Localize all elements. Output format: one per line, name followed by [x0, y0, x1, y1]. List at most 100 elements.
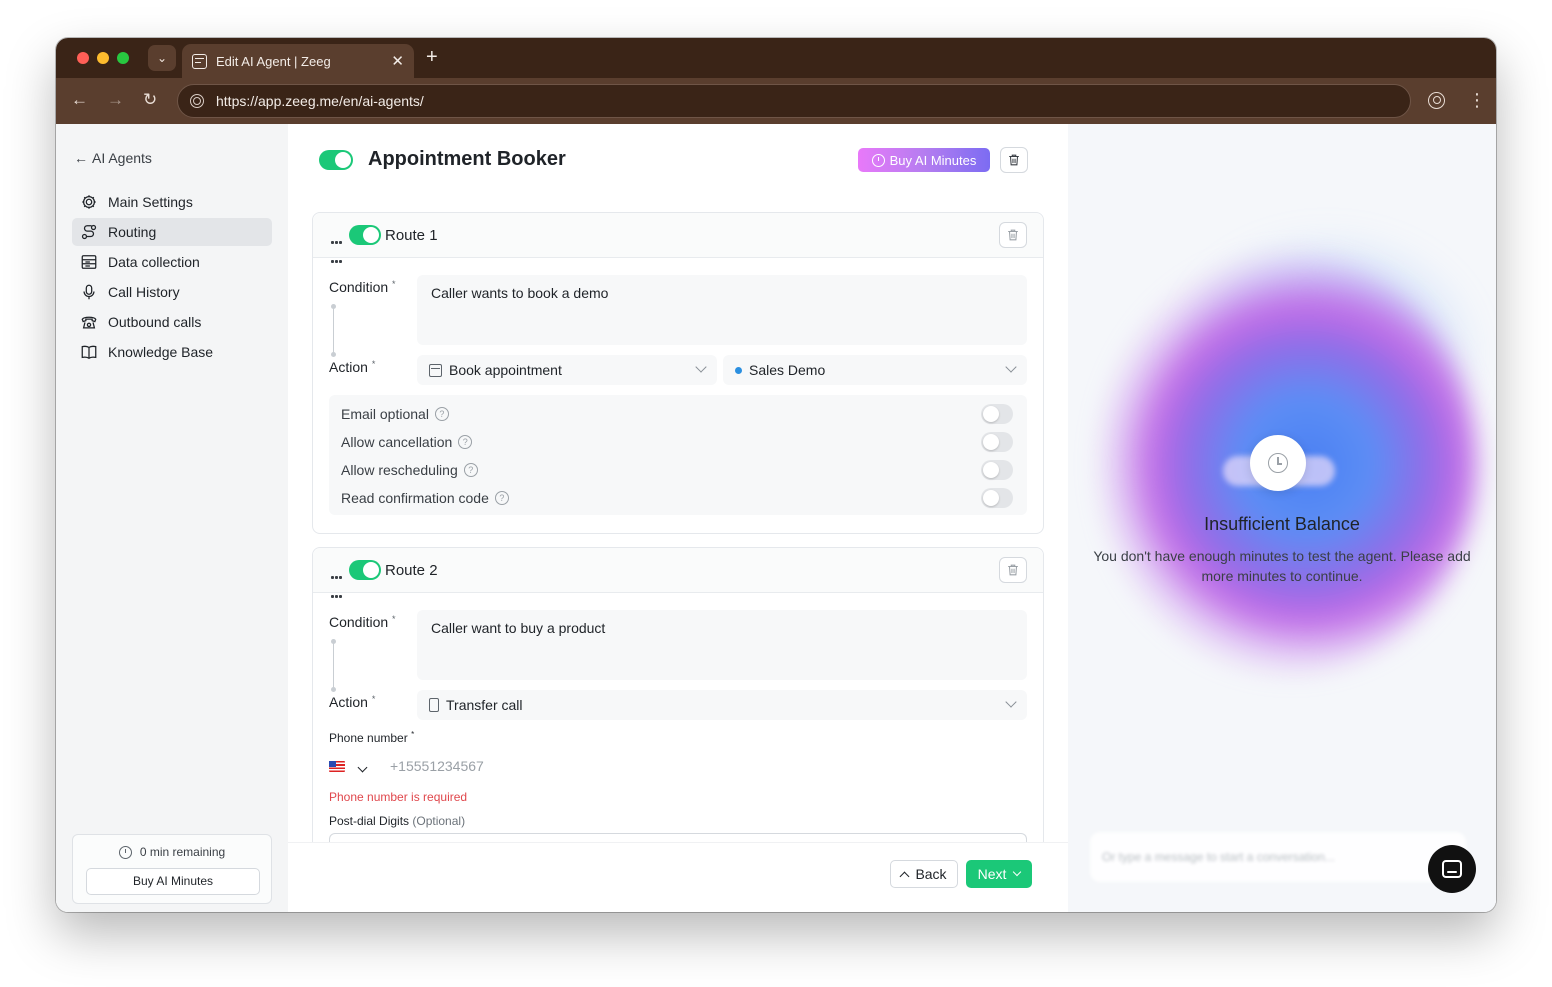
minimize-window-button[interactable] [97, 52, 109, 64]
connector-dot [331, 352, 336, 357]
us-flag-icon[interactable] [329, 760, 345, 772]
test-chat-input[interactable]: Or type a message to start a conversatio… [1090, 832, 1466, 882]
browser-tab-active[interactable]: Edit AI Agent | Zeeg ✕ [182, 44, 414, 78]
clock-icon [1268, 453, 1288, 473]
tab-list-chevron-icon[interactable]: ⌄ [148, 45, 176, 71]
close-window-button[interactable] [77, 52, 89, 64]
help-icon[interactable]: ? [463, 463, 478, 477]
new-tab-icon[interactable]: + [426, 46, 438, 68]
phone-error-message: Phone number is required [329, 790, 468, 804]
trash-icon [1008, 229, 1018, 241]
support-chat-button[interactable] [1428, 845, 1476, 893]
option-label: Allow rescheduling [341, 462, 458, 478]
next-button-label: Next [977, 866, 1007, 882]
option-allow-cancellation: Allow cancellation ? [341, 432, 473, 452]
url-text: https://app.zeeg.me/en/ai-agents/ [216, 93, 424, 109]
tab-title: Edit AI Agent | Zeeg [216, 53, 331, 69]
event-type-select[interactable]: Sales Demo [723, 355, 1027, 385]
action-select[interactable]: Book appointment [417, 355, 717, 385]
book-icon [80, 343, 98, 361]
sidebar: ← AI Agents Main Settings Routing Data c… [56, 124, 288, 912]
profile-icon[interactable] [1428, 92, 1445, 109]
address-bar[interactable]: https://app.zeeg.me/en/ai-agents/ [177, 84, 1411, 118]
maximize-window-button[interactable] [117, 52, 129, 64]
route-options: Email optional ? Allow cancellation ? Al… [329, 395, 1027, 515]
agent-enabled-toggle[interactable] [319, 150, 353, 170]
close-tab-icon[interactable]: ✕ [391, 52, 404, 70]
event-color-dot [735, 366, 742, 374]
browser-window: ⌄ Edit AI Agent | Zeeg ✕ + ← → ↻ https:/… [56, 38, 1496, 912]
sidebar-item-main-settings[interactable]: Main Settings [72, 188, 272, 216]
chevron-down-icon [695, 361, 707, 373]
sidebar-item-data-collection[interactable]: Data collection [72, 248, 272, 276]
sidebar-item-knowledge-base[interactable]: Knowledge Base [72, 338, 272, 366]
sidebar-item-label: Call History [108, 284, 180, 300]
drag-handle-icon[interactable] [331, 231, 343, 268]
phone-number-field: +15551234567 [329, 758, 484, 774]
back-link-label: AI Agents [92, 150, 152, 166]
chevron-up-icon [899, 871, 910, 881]
action-label: Action * [329, 694, 376, 710]
site-info-icon[interactable] [190, 94, 204, 108]
sidebar-buy-minutes-button[interactable]: Buy AI Minutes [86, 868, 260, 895]
delete-route-button[interactable] [999, 222, 1027, 248]
condition-input[interactable]: Caller wants to book a demo [417, 275, 1027, 345]
connector-line [333, 642, 334, 688]
sidebar-item-outbound-calls[interactable]: Outbound calls [72, 308, 272, 336]
action-label: Action * [329, 359, 376, 375]
option-label: Email optional [341, 406, 429, 422]
condition-label: Condition * [329, 614, 396, 630]
sidebar-item-routing[interactable]: Routing [72, 218, 272, 246]
email-optional-toggle[interactable] [981, 404, 1013, 424]
trash-icon [1008, 564, 1018, 576]
sidebar-item-call-history[interactable]: Call History [72, 278, 272, 306]
country-chevron-down-icon[interactable] [357, 762, 368, 772]
action-value: Transfer call [446, 697, 523, 713]
route-header: Route 2 [313, 548, 1043, 598]
postdial-label: Post-dial Digits (Optional) [329, 814, 466, 828]
next-button[interactable]: Next [966, 860, 1032, 888]
buy-ai-minutes-button[interactable]: Buy AI Minutes [858, 148, 990, 172]
arrow-left-icon: ← [74, 150, 88, 166]
option-allow-rescheduling: Allow rescheduling ? [341, 460, 478, 480]
allow-cancellation-toggle[interactable] [981, 432, 1013, 452]
route-enabled-toggle[interactable] [349, 560, 381, 580]
read-confirmation-code-toggle[interactable] [981, 488, 1013, 508]
route-name: Route 1 [385, 227, 438, 244]
back-to-agents-link[interactable]: ← AI Agents [74, 150, 152, 166]
option-read-confirmation-code: Read confirmation code ? [341, 488, 509, 508]
kebab-menu-icon[interactable]: ⋮ [1468, 91, 1486, 109]
action-select[interactable]: Transfer call [417, 690, 1027, 720]
phone-icon [429, 698, 439, 712]
delete-agent-button[interactable] [1000, 147, 1028, 173]
action-value: Book appointment [449, 362, 562, 378]
help-icon[interactable]: ? [434, 407, 449, 421]
phone-number-input[interactable]: +15551234567 [390, 758, 484, 774]
back-button[interactable]: Back [890, 860, 958, 888]
insufficient-balance-title: Insufficient Balance [1204, 514, 1360, 534]
calendar-icon [429, 363, 442, 377]
chevron-down-icon [1005, 696, 1017, 708]
form-icon [80, 253, 98, 271]
route-enabled-toggle[interactable] [349, 225, 381, 245]
reload-icon[interactable]: ↻ [143, 90, 157, 110]
delete-route-button[interactable] [999, 557, 1027, 583]
drag-handle-icon[interactable] [331, 566, 343, 603]
sidebar-item-label: Main Settings [108, 194, 193, 210]
phone-number-label: Phone number * [329, 730, 415, 745]
back-button-label: Back [915, 866, 947, 882]
help-icon[interactable]: ? [458, 435, 473, 449]
help-icon[interactable]: ? [494, 491, 509, 505]
sidebar-item-label: Knowledge Base [108, 344, 214, 360]
editor-footer: Back Next [288, 842, 1068, 912]
allow-rescheduling-toggle[interactable] [981, 460, 1013, 480]
chat-bubble-icon [1442, 860, 1462, 878]
forward-arrow-icon[interactable]: → [107, 90, 124, 110]
chevron-down-icon [1013, 867, 1022, 877]
microphone-icon [80, 283, 98, 301]
condition-label: Condition * [329, 279, 396, 295]
event-value: Sales Demo [749, 362, 826, 378]
agent-editor: Appointment Booker Buy AI Minutes Route … [288, 124, 1068, 912]
back-arrow-icon[interactable]: ← [71, 90, 88, 110]
condition-input[interactable]: Caller want to buy a product [417, 610, 1027, 680]
